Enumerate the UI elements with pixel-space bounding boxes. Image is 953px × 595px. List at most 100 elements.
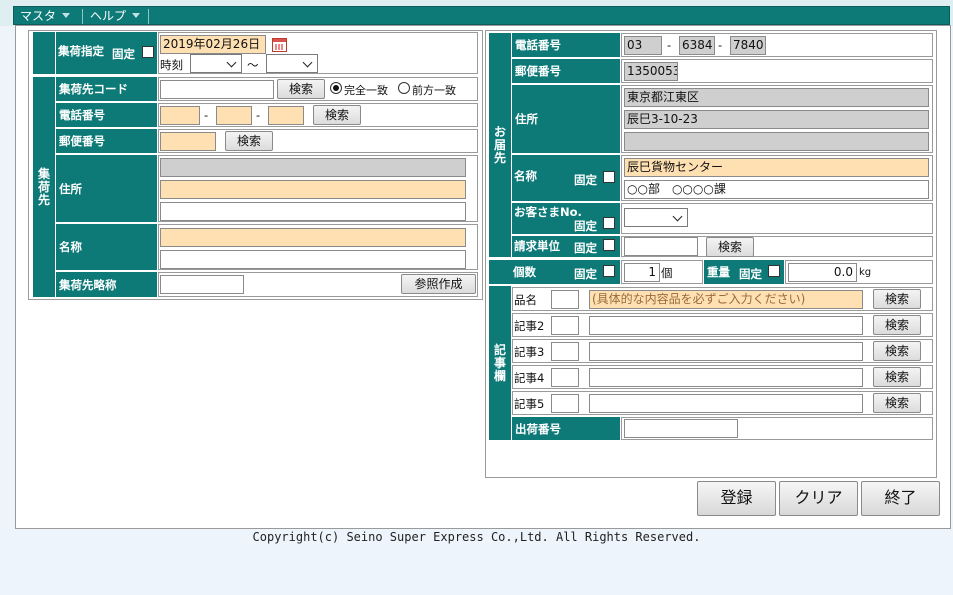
item-name-code-input[interactable] (551, 290, 579, 309)
copyright-text: Copyright(c) Seino Super Express Co.,Ltd… (252, 530, 701, 544)
weight-label: 重量 (707, 265, 730, 279)
register-button[interactable]: 登録 (697, 481, 776, 516)
pickup-phone-dash: - (204, 108, 209, 122)
delivery-postal-label: 郵便番号 (512, 59, 620, 83)
count-fixed-checkbox[interactable] (603, 265, 615, 277)
designation-fixed-label: 固定 (112, 47, 135, 61)
note3-code-input[interactable] (551, 342, 579, 361)
pickup-date-input[interactable]: 2019年02月26日 (160, 35, 266, 54)
designation-label-cell: 集荷指定 固定 (56, 32, 157, 74)
pickup-shortname-input[interactable] (160, 275, 244, 294)
delivery-address-label: 住所 (512, 85, 620, 153)
designation-fixed-checkbox[interactable] (142, 46, 154, 58)
menu-divider (82, 9, 83, 24)
note2-search-button[interactable]: 検索 (873, 315, 921, 335)
pickup-name-line2[interactable] (160, 250, 466, 269)
weight-fixed-label: 固定 (739, 267, 762, 281)
delivery-name-fixed-label: 固定 (574, 173, 597, 187)
time-to-select[interactable] (266, 54, 318, 73)
delivery-name-line1[interactable]: 辰巳貨物センター (624, 158, 929, 177)
calendar-icon[interactable] (272, 38, 287, 52)
pickup-code-search-button[interactable]: 検索 (277, 79, 325, 99)
menu-help[interactable]: ヘルプ (84, 7, 141, 26)
billing-search-button[interactable]: 検索 (706, 237, 754, 257)
pickup-phone-part2[interactable] (216, 106, 252, 125)
weight-fixed-checkbox[interactable] (768, 265, 780, 277)
shipment-no-input[interactable] (624, 419, 738, 438)
match-prefix-radio[interactable] (398, 82, 410, 94)
customer-no-fixed-checkbox[interactable] (603, 217, 615, 229)
delivery-address-line2[interactable]: 辰巳3-10-23 (624, 110, 929, 129)
note4-search-button[interactable]: 検索 (873, 367, 921, 387)
chevron-down-icon (62, 13, 71, 18)
pickup-designation-sidebar (33, 32, 55, 74)
item-name-input[interactable]: (具体的な内容品を必ずご入力ください) (589, 290, 863, 309)
delivery-phone-part3[interactable]: 7840 (730, 36, 766, 55)
count-fixed-label: 固定 (574, 267, 597, 281)
reference-create-button[interactable]: 参照作成 (401, 274, 476, 294)
billing-fixed-checkbox[interactable] (603, 239, 615, 251)
count-label-cell: 個数 固定 (489, 260, 620, 284)
pickup-code-input[interactable] (160, 80, 274, 99)
pickup-code-label: 集荷先コード (56, 77, 157, 101)
note2-code-input[interactable] (551, 316, 579, 335)
customer-no-select[interactable] (624, 208, 688, 227)
pickup-address-line2[interactable] (160, 180, 466, 199)
pickup-sidebar-label: 集荷先 (37, 166, 50, 207)
delivery-name-line2[interactable]: ○○部 ○○○○課 (624, 180, 929, 199)
note5-label: 記事5 (514, 397, 545, 411)
note5-search-button[interactable]: 検索 (873, 393, 921, 413)
delivery-address-line3[interactable] (624, 132, 929, 151)
delivery-phone-part2[interactable]: 6384 (679, 36, 715, 55)
note3-search-button[interactable]: 検索 (873, 341, 921, 361)
count-input[interactable]: 1 (624, 263, 660, 282)
chevron-down-icon (226, 57, 237, 68)
note3-input[interactable] (589, 342, 863, 361)
pickup-address-line3[interactable] (160, 202, 466, 221)
time-from-select[interactable] (190, 54, 242, 73)
delivery-name-fixed-checkbox[interactable] (603, 171, 615, 183)
count-unit: 個 (661, 266, 673, 280)
weight-label-cell: 重量 固定 (704, 260, 784, 284)
weight-unit: kg (859, 267, 872, 278)
weight-input[interactable]: 0.0 (788, 263, 857, 282)
note5-code-input[interactable] (551, 394, 579, 413)
note2-input[interactable] (589, 316, 863, 335)
chevron-down-icon (132, 13, 141, 18)
pickup-postal-label: 郵便番号 (56, 129, 157, 153)
delivery-sidebar: お届先 (489, 33, 511, 257)
delivery-name-label-cell: 名称 固定 (512, 155, 620, 201)
item-name-search-button[interactable]: 検索 (873, 289, 921, 309)
note4-code-input[interactable] (551, 368, 579, 387)
pickup-sidebar: 集荷先 (33, 77, 55, 297)
pickup-phone-part3[interactable] (268, 106, 304, 125)
billing-fixed-label: 固定 (574, 241, 597, 255)
pickup-name-line1[interactable] (160, 228, 466, 247)
delivery-address-line1[interactable]: 東京都江東区 (624, 88, 929, 107)
note3-label: 記事3 (514, 345, 545, 359)
billing-input[interactable] (624, 237, 698, 256)
menu-divider (148, 9, 149, 24)
pickup-phone-search-button[interactable]: 検索 (313, 105, 361, 125)
note4-input[interactable] (589, 368, 863, 387)
match-exact-label: 完全一致 (344, 84, 388, 97)
item-name-label: 品名 (514, 293, 537, 307)
billing-label-cell: 請求単位 固定 (512, 236, 620, 257)
clear-button[interactable]: クリア (779, 481, 858, 516)
delivery-phone-part1[interactable]: 03 (624, 36, 662, 55)
pickup-phone-part1[interactable] (160, 106, 200, 125)
delivery-postal-input[interactable]: 1350053 (624, 62, 678, 81)
exit-button[interactable]: 終了 (861, 481, 940, 516)
delivery-phone-dash: - (667, 38, 672, 52)
menu-master[interactable]: マスタ (14, 7, 71, 26)
note5-input[interactable] (589, 394, 863, 413)
pickup-postal-search-button[interactable]: 検索 (225, 131, 273, 151)
menu-master-label: マスタ (20, 9, 57, 23)
note2-label: 記事2 (514, 319, 545, 333)
pickup-phone-label: 電話番号 (56, 103, 157, 127)
match-exact-radio[interactable] (330, 82, 342, 94)
note4-label: 記事4 (514, 371, 545, 385)
pickup-address-line1[interactable] (160, 158, 466, 177)
pickup-postal-input[interactable] (160, 132, 216, 151)
time-tilde: ～ (247, 58, 259, 72)
